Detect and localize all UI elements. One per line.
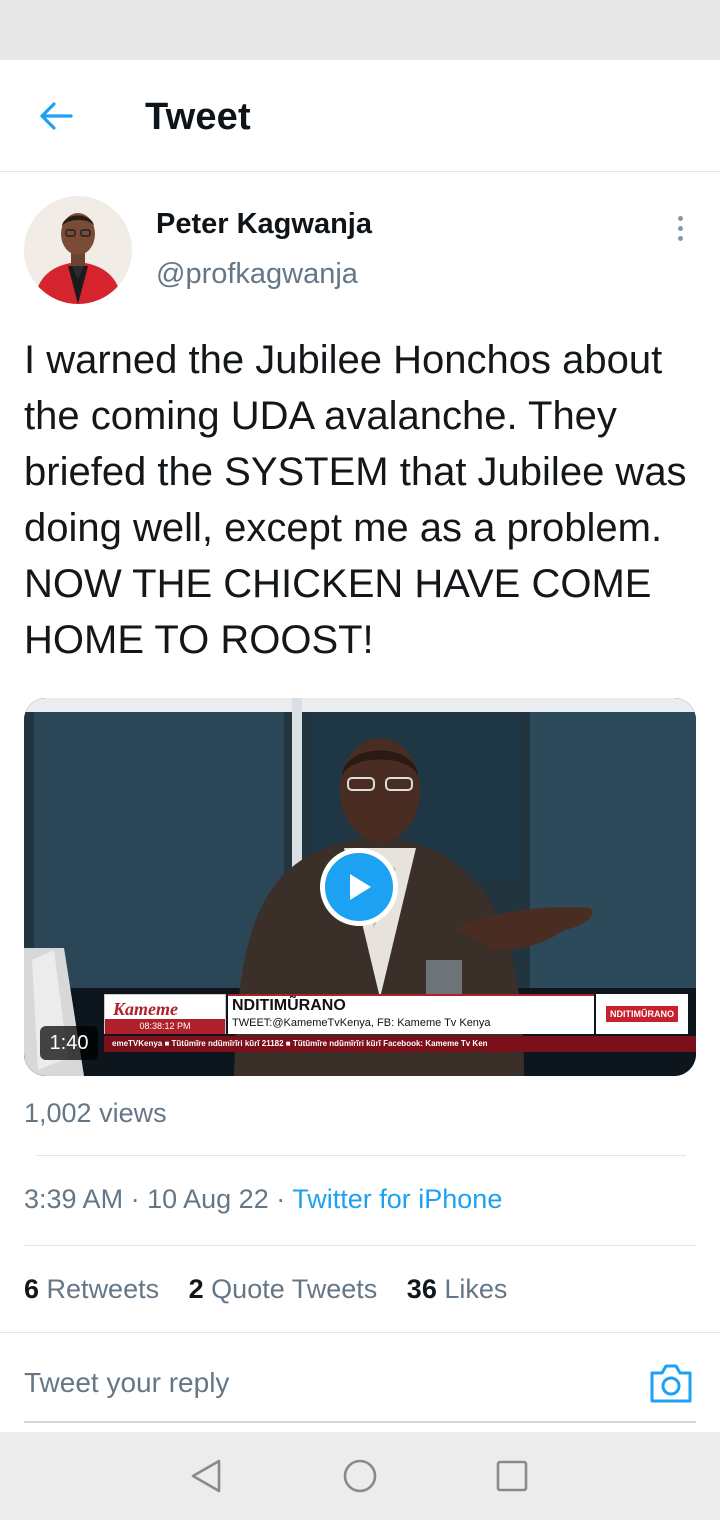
reply-bar: Tweet your reply	[0, 1332, 720, 1432]
tweet-source-link[interactable]: Twitter for iPhone	[292, 1184, 502, 1214]
video-duration: 1:40	[40, 1026, 98, 1060]
reply-underline	[24, 1421, 696, 1423]
likes-stat[interactable]: 36 Likes	[407, 1274, 508, 1305]
play-button[interactable]	[320, 848, 398, 926]
tweet-text: I warned the Jubilee Honchos about the c…	[24, 338, 687, 662]
status-bar	[0, 0, 720, 60]
nav-recents-button[interactable]	[490, 1456, 534, 1496]
system-nav-bar	[0, 1432, 720, 1520]
view-count: 1,002 views	[24, 1098, 167, 1128]
broadcast-overlay: Kameme 08:38:12 PM NDITIMŨRANO TWEET:@Ka…	[104, 994, 696, 1054]
author-name[interactable]: Peter Kagwanja	[156, 208, 372, 241]
tweet-time: 3:39 AM	[24, 1184, 124, 1214]
arrow-left-icon	[40, 102, 73, 130]
retweets-stat[interactable]: 6 Retweets	[24, 1274, 159, 1305]
square-recents-icon	[496, 1460, 528, 1492]
nav-back-button[interactable]	[184, 1456, 228, 1496]
overlay-title-box: NDITIMŨRANO TWEET:@KamemeTvKenya, FB: Ka…	[228, 994, 594, 1034]
author-handle: @profkagwanja	[156, 258, 358, 290]
avatar[interactable]	[24, 196, 132, 304]
reply-input[interactable]: Tweet your reply	[24, 1367, 229, 1399]
play-icon	[350, 874, 371, 900]
video-player[interactable]: Kameme 08:38:12 PM NDITIMŨRANO TWEET:@Ka…	[24, 698, 696, 1076]
triangle-back-icon	[191, 1459, 221, 1493]
channel-logo: Kameme 08:38:12 PM	[104, 994, 226, 1034]
back-button[interactable]	[28, 92, 84, 140]
camera-button[interactable]	[648, 1361, 694, 1405]
circle-home-icon	[343, 1459, 377, 1493]
more-options-button[interactable]	[662, 208, 698, 248]
top-app-bar: Tweet	[0, 60, 720, 172]
camera-icon	[650, 1364, 692, 1403]
divider	[24, 1245, 696, 1246]
quote-tweets-stat[interactable]: 2 Quote Tweets	[189, 1274, 378, 1305]
divider	[36, 1155, 686, 1156]
page-title: Tweet	[145, 96, 251, 138]
tweet-date: 10 Aug 22	[147, 1184, 269, 1214]
nav-home-button[interactable]	[338, 1456, 382, 1496]
tweet-stats: 6 Retweets 2 Quote Tweets 36 Likes	[24, 1274, 529, 1305]
tweet-meta: 3:39 AM · 10 Aug 22 · Twitter for iPhone	[24, 1184, 503, 1214]
overlay-ticker: emeTVKenya ■ Tũtũmĩre ndũmĩrĩri kũrĩ 211…	[104, 1036, 696, 1052]
more-vertical-icon	[677, 215, 683, 221]
overlay-badge: NDITIMŨRANO	[596, 994, 688, 1034]
